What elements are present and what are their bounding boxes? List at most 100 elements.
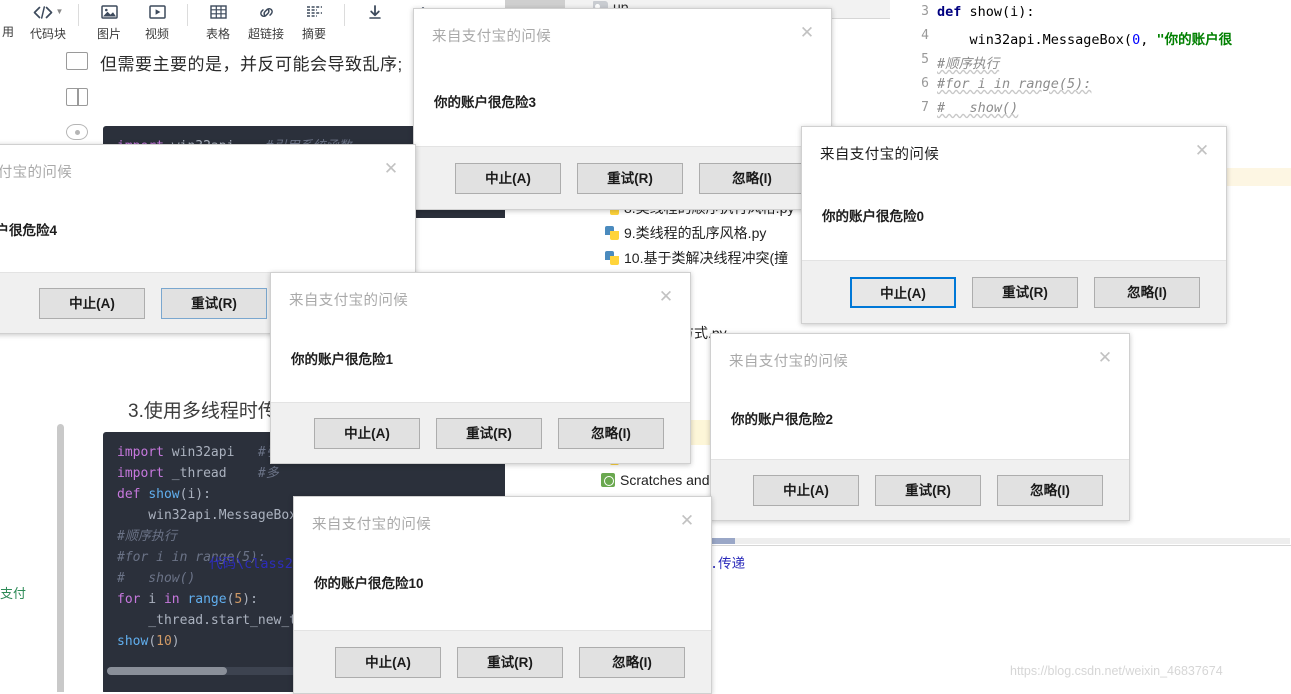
- toolbar-image[interactable]: 图片: [85, 0, 133, 42]
- messagebox-button-bar: 中止(A) 重试(R) 忽略(I): [294, 630, 711, 693]
- abort-button[interactable]: 中止(A): [753, 474, 859, 506]
- messagebox-button-bar: 中止(A) 重试(R) 忽略(I): [802, 260, 1226, 323]
- toolbar-video[interactable]: 视频: [133, 0, 181, 42]
- toolbar-summary[interactable]: 摘要: [290, 0, 338, 42]
- code-token: show: [148, 487, 180, 502]
- code-token: (i):: [179, 487, 211, 502]
- toolbar-video-label: 视频: [145, 27, 170, 41]
- messagebox-message: 你的账户很危险0: [822, 209, 925, 224]
- messagebox-title: 来自支付宝的问候: [289, 293, 409, 309]
- close-icon[interactable]: ✕: [797, 23, 817, 43]
- single-pane-icon[interactable]: [66, 52, 88, 70]
- toolbar-hyperlink[interactable]: 超链接: [242, 0, 290, 42]
- code-token: win32api.MessageBox(: [937, 32, 1133, 48]
- abort-button[interactable]: 中止(A): [314, 417, 420, 449]
- toolbar-divider-1: [78, 4, 80, 26]
- retry-button[interactable]: 重试(R): [972, 276, 1078, 308]
- ignore-button[interactable]: 忽略(I): [558, 417, 664, 449]
- code-token: #顺序执行: [117, 529, 177, 544]
- retry-button[interactable]: 重试(R): [875, 474, 981, 506]
- code-token: for: [117, 592, 141, 607]
- summary-icon: [306, 2, 323, 22]
- editor-code-line: win32api.MessageBox(0, "你的账户很: [937, 28, 1233, 48]
- messagebox-button-bar: 中止(A) 重试(R) 忽略(I): [711, 459, 1129, 520]
- messagebox-title: 来自支付宝的问候: [729, 354, 849, 370]
- abort-button[interactable]: 中止(A): [335, 646, 441, 678]
- download-icon: [368, 2, 382, 22]
- code-token: i: [140, 592, 164, 607]
- messagebox-button-bar: 中止(A) 重试(R) 忽略(I): [271, 402, 690, 463]
- code-token: range: [187, 592, 227, 607]
- split-pane-icon[interactable]: [66, 88, 88, 106]
- abort-button[interactable]: 中止(A): [455, 162, 561, 194]
- page-scrollbar-thumb[interactable]: [57, 424, 64, 692]
- abort-button[interactable]: 中止(A): [850, 276, 956, 308]
- toolbar-divider-3: [344, 4, 346, 26]
- retry-button[interactable]: 重试(R): [457, 646, 563, 678]
- editor-code-line: #for i in range(5):: [937, 76, 1091, 92]
- code-main-line: import _thread #多: [117, 463, 547, 484]
- code-token: 10: [156, 634, 172, 649]
- code-token: #for i in range(5):: [937, 76, 1092, 92]
- abort-button[interactable]: 中止(A): [39, 287, 145, 319]
- code-token: ): [171, 634, 180, 649]
- messagebox-message: 你的账户很危险2: [731, 412, 834, 427]
- messagebox-title: 来自支付宝的问候: [820, 147, 940, 163]
- code-icon: ▼: [33, 2, 64, 22]
- messagebox-0[interactable]: 来自支付宝的问候 ✕ 你的账户很危险0 中止(A) 重试(R) 忽略(I): [801, 126, 1227, 324]
- preview-eye-icon[interactable]: [66, 124, 88, 140]
- code-token: ,: [1140, 32, 1157, 48]
- toolbar-table-label: 表格: [206, 27, 231, 41]
- messagebox-3[interactable]: 来自支付宝的问候 ✕ 你的账户很危险3 中止(A) 重试(R) 忽略(I): [413, 8, 832, 210]
- retry-button[interactable]: 重试(R): [577, 162, 683, 194]
- code-token: import: [117, 445, 164, 460]
- close-icon[interactable]: ✕: [677, 511, 697, 531]
- close-icon[interactable]: ✕: [1095, 348, 1115, 368]
- code-token: 0: [1132, 32, 1141, 48]
- code-token: win32api: [163, 445, 258, 460]
- code-token: #多: [257, 466, 279, 481]
- image-icon: [100, 2, 118, 22]
- toolbar-hyperlink-label: 超链接: [248, 27, 285, 41]
- code-token: (i):: [1002, 4, 1035, 20]
- left-margin-text: 支付: [0, 586, 27, 601]
- console-horizontal-scrollbar[interactable]: [705, 538, 1290, 544]
- toolbar-image-label: 图片: [97, 27, 122, 41]
- code-token: win32api.MessageBox(: [117, 508, 305, 523]
- code-token: def: [937, 4, 962, 20]
- code-token: #顺序执行: [937, 56, 1000, 72]
- retry-button[interactable]: 重试(R): [161, 287, 267, 319]
- toolbar-download[interactable]: [351, 0, 399, 22]
- code-token: show: [969, 4, 1003, 20]
- messagebox-1[interactable]: 来自支付宝的问候 ✕ 你的账户很危险1 中止(A) 重试(R) 忽略(I): [270, 272, 691, 464]
- toolbar-partial-label: 用: [2, 25, 15, 39]
- messagebox-message: 你的账户很危险3: [434, 95, 537, 110]
- code-token: def: [117, 487, 141, 502]
- tree-item-label: 9.类线程的乱序风格.py: [624, 224, 767, 241]
- close-icon[interactable]: ✕: [381, 159, 401, 179]
- close-icon[interactable]: ✕: [1192, 141, 1212, 161]
- retry-button[interactable]: 重试(R): [436, 417, 542, 449]
- messagebox-2[interactable]: 来自支付宝的问候 ✕ 你的账户很危险2 中止(A) 重试(R) 忽略(I): [710, 333, 1130, 521]
- code-token: _thread.start_new_th: [117, 613, 305, 628]
- editor-line-number: 4: [921, 28, 929, 43]
- toolbar-divider-2: [187, 4, 189, 26]
- ignore-button[interactable]: 忽略(I): [997, 474, 1103, 506]
- toolbar-summary-label: 摘要: [302, 27, 327, 41]
- toolbar-table[interactable]: 表格: [194, 0, 242, 42]
- code-token: # show(): [937, 100, 1019, 116]
- ignore-button[interactable]: 忽略(I): [579, 646, 685, 678]
- messagebox-button-bar: 中止(A) 重试(R) 忽略(I): [414, 146, 831, 209]
- ignore-button[interactable]: 忽略(I): [699, 162, 805, 194]
- toolbar-code-block[interactable]: ▼ 代码块: [24, 0, 72, 42]
- chevron-down-icon[interactable]: ▼: [56, 8, 64, 16]
- messagebox-message: 你的账户很危险4: [0, 223, 58, 238]
- close-icon[interactable]: ✕: [656, 287, 676, 307]
- messagebox-title: 来自支付宝的问候: [432, 29, 552, 45]
- editor-code-line: def show(i):: [937, 4, 1035, 20]
- messagebox-title: 来自支付宝的问候: [0, 165, 73, 181]
- messagebox-10[interactable]: 来自支付宝的问候 ✕ 你的账户很危险10 中止(A) 重试(R) 忽略(I): [293, 496, 712, 694]
- ignore-button[interactable]: 忽略(I): [1094, 276, 1200, 308]
- editor-code-line: # show(): [937, 100, 1018, 116]
- editor-line-number: 6: [921, 76, 929, 91]
